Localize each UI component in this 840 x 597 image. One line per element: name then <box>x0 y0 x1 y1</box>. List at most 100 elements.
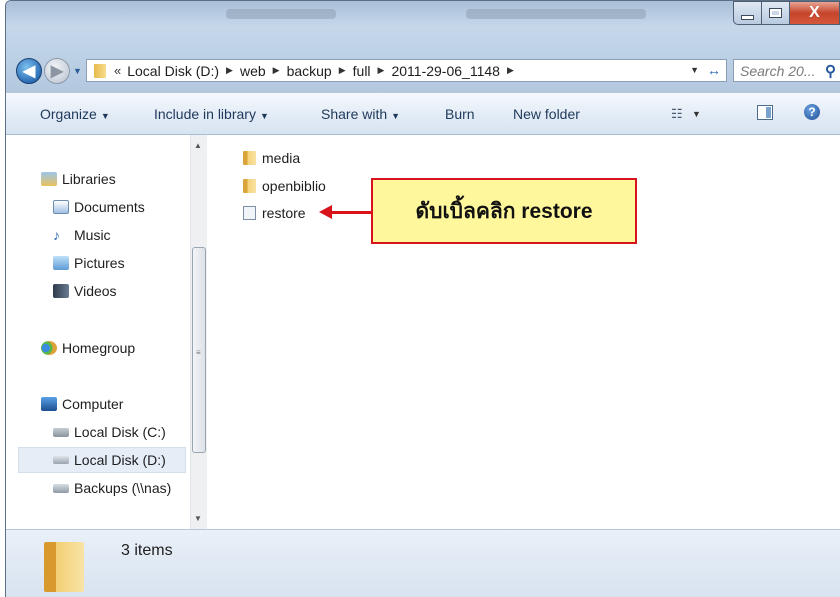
folder-icon <box>243 179 256 193</box>
libraries-icon <box>41 172 57 186</box>
organize-button[interactable]: Organize ▼ <box>40 106 110 122</box>
forward-button[interactable]: ▶ <box>44 58 70 84</box>
folder-icon <box>94 63 106 78</box>
scrollbar-thumb[interactable]: ≡ <box>192 247 206 453</box>
blurred-title-text <box>226 9 336 19</box>
help-icon[interactable]: ? <box>804 104 820 120</box>
documents-icon <box>53 200 69 214</box>
breadcrumb-item[interactable]: Local Disk (D:) <box>127 63 219 79</box>
breadcrumb-item[interactable]: backup <box>287 63 332 79</box>
breadcrumb-item[interactable]: web <box>240 63 266 79</box>
search-placeholder: Search 20... <box>740 62 816 79</box>
share-with-label: Share with <box>321 106 388 122</box>
sidebar-item-videos[interactable]: Videos <box>53 283 117 299</box>
sidebar-item-homegroup[interactable]: Homegroup <box>41 340 135 356</box>
back-button[interactable]: ◀ <box>16 58 42 84</box>
sidebar-item-local-disk-c[interactable]: Local Disk (C:) <box>53 424 166 440</box>
refresh-icon[interactable]: ↔ <box>707 62 721 78</box>
sidebar-item-local-disk-d[interactable]: Local Disk (D:) <box>18 447 186 473</box>
close-button[interactable]: X <box>790 1 840 25</box>
network-drive-icon <box>53 483 69 493</box>
help-glyph: ? <box>808 105 816 119</box>
breadcrumb-separator-icon[interactable]: ▶ <box>273 65 280 76</box>
script-file-icon <box>243 206 256 220</box>
file-name: restore <box>262 205 306 221</box>
breadcrumb: « Local Disk (D:) ▶ web ▶ backup ▶ full … <box>114 63 521 79</box>
title-bar[interactable]: X ◀ ▶ ▼ « Local Disk (D:) ▶ web ▶ backup… <box>6 1 840 93</box>
window-controls: X <box>733 1 840 25</box>
preview-pane-icon[interactable] <box>757 105 773 120</box>
breadcrumb-separator-icon[interactable]: ▶ <box>339 65 346 76</box>
view-options-dropdown-icon[interactable]: ▼ <box>692 109 701 119</box>
scroll-down-arrow-icon[interactable]: ▼ <box>194 514 202 523</box>
pictures-icon <box>53 256 69 270</box>
sidebar-item-documents[interactable]: Documents <box>53 199 145 215</box>
sidebar-item-backups[interactable]: Backups (\\nas) <box>53 480 171 496</box>
details-pane: 3 items <box>6 529 840 597</box>
include-in-library-button[interactable]: Include in library ▼ <box>154 106 269 122</box>
minimize-icon <box>741 14 754 20</box>
instruction-callout: ดับเบิ้ลคลิก restore <box>371 178 637 244</box>
forward-arrow-icon: ▶ <box>50 63 64 80</box>
burn-button[interactable]: Burn <box>445 106 475 122</box>
include-in-library-label: Include in library <box>154 106 256 122</box>
sidebar-item-label: Videos <box>74 283 117 299</box>
sidebar-item-label: Pictures <box>74 255 125 271</box>
sidebar-item-label: Local Disk (D:) <box>74 452 166 468</box>
music-icon: ♪ <box>53 227 60 243</box>
address-bar[interactable]: « Local Disk (D:) ▶ web ▶ backup ▶ full … <box>86 59 727 82</box>
breadcrumb-item[interactable]: 2011-29-06_1148 <box>391 63 499 79</box>
maximize-button[interactable] <box>762 1 790 25</box>
explorer-window: X ◀ ▶ ▼ « Local Disk (D:) ▶ web ▶ backup… <box>5 0 840 597</box>
sidebar-item-label: Libraries <box>62 171 116 187</box>
command-bar: Organize ▼ Include in library ▼ Share with… <box>6 93 840 135</box>
file-name: media <box>262 150 301 166</box>
list-item[interactable]: restore <box>243 205 306 221</box>
sidebar-item-label: Documents <box>74 199 145 215</box>
share-with-button[interactable]: Share with ▼ <box>321 106 400 122</box>
sidebar-item-music[interactable]: ♪ Music <box>53 227 111 243</box>
arrow-left-icon <box>319 205 332 219</box>
scroll-up-arrow-icon[interactable]: ▲ <box>194 141 202 150</box>
address-history-dropdown-icon[interactable]: ▼ <box>690 65 699 75</box>
file-name: openbiblio <box>262 178 326 194</box>
drive-icon <box>53 427 69 437</box>
navigation-row: ◀ ▶ ▼ « Local Disk (D:) ▶ web ▶ backup ▶… <box>6 53 840 87</box>
close-icon: X <box>809 4 820 21</box>
sidebar-item-libraries[interactable]: Libraries <box>41 171 116 187</box>
sidebar-item-computer[interactable]: Computer <box>41 396 123 412</box>
breadcrumb-separator-icon[interactable]: ▶ <box>226 65 233 76</box>
item-count: 3 items <box>121 542 173 559</box>
new-folder-label: New folder <box>513 106 580 122</box>
folder-icon <box>44 542 84 592</box>
list-item[interactable]: openbiblio <box>243 178 326 194</box>
breadcrumb-overflow[interactable]: « <box>114 63 121 78</box>
sidebar-item-pictures[interactable]: Pictures <box>53 255 125 271</box>
scroll-grip-icon: ≡ <box>196 348 201 357</box>
change-view-icon[interactable]: ☷ <box>671 106 683 122</box>
drive-icon <box>53 456 69 464</box>
callout-text: ดับเบิ้ลคลิก restore <box>415 199 593 223</box>
recent-pages-dropdown[interactable]: ▼ <box>73 66 82 76</box>
list-item[interactable]: media <box>243 150 300 166</box>
breadcrumb-separator-icon[interactable]: ▶ <box>378 65 385 76</box>
sidebar-item-label: Backups (\\nas) <box>74 480 172 496</box>
organize-label: Organize <box>40 106 97 122</box>
minimize-button[interactable] <box>733 1 762 25</box>
search-input[interactable]: Search 20... ⚲ <box>733 59 840 82</box>
new-folder-button[interactable]: New folder <box>513 106 580 122</box>
burn-label: Burn <box>445 106 475 122</box>
back-arrow-icon: ◀ <box>22 63 36 80</box>
breadcrumb-item[interactable]: full <box>353 63 371 79</box>
search-icon[interactable]: ⚲ <box>825 62 836 80</box>
callout-arrow <box>331 211 373 214</box>
maximize-icon <box>769 8 782 18</box>
sidebar-item-label: Computer <box>62 396 124 412</box>
computer-icon <box>41 397 57 411</box>
breadcrumb-separator-icon[interactable]: ▶ <box>507 65 514 76</box>
sidebar-item-label: Homegroup <box>62 340 136 356</box>
navigation-pane-scrollbar[interactable]: ▲ ≡ ▼ <box>190 135 207 529</box>
chevron-down-icon: ▼ <box>100 111 110 121</box>
chevron-down-icon: ▼ <box>391 111 401 121</box>
sidebar-item-label: Music <box>74 227 111 243</box>
